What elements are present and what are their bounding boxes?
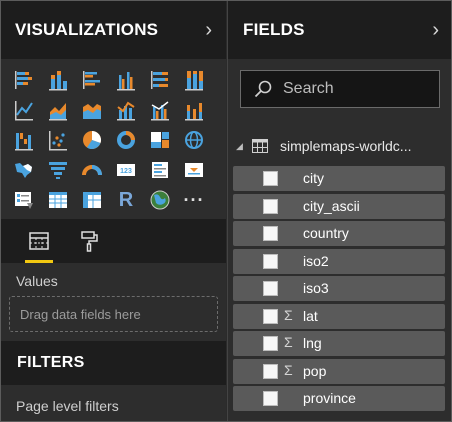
- values-dropzone[interactable]: Drag data fields here: [9, 296, 218, 332]
- values-label: Values: [16, 273, 58, 289]
- map-icon[interactable]: [179, 125, 209, 155]
- field-row[interactable]: iso3: [233, 276, 445, 301]
- sigma-icon: Σ: [284, 334, 293, 350]
- format-tab[interactable]: [69, 219, 109, 263]
- pie-chart-icon[interactable]: [77, 125, 107, 155]
- sigma-icon: Σ: [284, 361, 293, 378]
- kpi-icon[interactable]: [179, 155, 209, 185]
- area-chart-icon[interactable]: [43, 95, 73, 125]
- field-name: country: [303, 225, 349, 241]
- field-row[interactable]: city: [233, 166, 445, 191]
- clustered-bar-chart-icon[interactable]: [77, 65, 107, 95]
- field-checkbox[interactable]: [263, 171, 278, 186]
- field-row[interactable]: country: [233, 221, 445, 246]
- field-name: pop: [303, 362, 327, 379]
- slicer-icon[interactable]: [9, 185, 39, 215]
- field-name: lat: [303, 307, 318, 324]
- table-node[interactable]: ◢ simplemaps-worldc...: [236, 133, 446, 159]
- treemap-icon[interactable]: [145, 125, 175, 155]
- gauge-icon[interactable]: [77, 155, 107, 185]
- ribbon-chart-icon[interactable]: [179, 95, 209, 125]
- field-row[interactable]: Σpop: [233, 358, 445, 384]
- svg-text:123: 123: [120, 168, 132, 175]
- field-row[interactable]: city_ascii: [233, 193, 445, 219]
- globe-map-icon[interactable]: [145, 185, 175, 215]
- line-chart-icon[interactable]: [9, 95, 39, 125]
- field-checkbox[interactable]: [263, 391, 278, 406]
- visualizations-pane: VISUALIZATIONS › 123 R ··· Values Drag d…: [1, 1, 226, 421]
- visualizations-header: VISUALIZATIONS ›: [1, 1, 226, 59]
- search-icon: [254, 80, 272, 98]
- 100-percent-stacked-bar-chart-icon[interactable]: [145, 65, 175, 95]
- page-level-filters-label: Page level filters: [16, 398, 119, 414]
- search-input[interactable]: [283, 80, 433, 98]
- field-checkbox[interactable]: [263, 281, 278, 296]
- more-label: ···: [183, 189, 205, 210]
- dropzone-hint: Drag data fields here: [20, 306, 141, 322]
- r-script-visual-icon[interactable]: R: [111, 185, 141, 215]
- table-icon: [252, 139, 268, 153]
- field-name: iso2: [303, 252, 329, 269]
- collapse-triangle-icon[interactable]: ◢: [236, 141, 252, 152]
- 100-percent-stacked-column-chart-icon[interactable]: [179, 65, 209, 95]
- stacked-area-chart-icon[interactable]: [77, 95, 107, 125]
- r-label: R: [118, 188, 134, 211]
- fields-pane: FIELDS › ◢ simplemaps-worldc... city cit…: [227, 1, 451, 421]
- table-icon[interactable]: [43, 185, 73, 215]
- sigma-icon: Σ: [284, 306, 293, 323]
- more-visuals-icon[interactable]: ···: [179, 185, 209, 215]
- visualization-toolbar: [1, 219, 226, 263]
- table-name: simplemaps-worldc...: [280, 138, 412, 154]
- fields-title: FIELDS: [243, 20, 305, 39]
- field-name: province: [303, 390, 356, 406]
- card-icon[interactable]: 123: [111, 155, 141, 185]
- field-checkbox[interactable]: [263, 308, 278, 324]
- filters-title: FILTERS: [17, 354, 85, 371]
- field-list: city city_ascii country iso2 iso3 Σlat Σ…: [233, 166, 445, 414]
- stacked-column-chart-icon[interactable]: [43, 65, 73, 95]
- visualization-gallery: 123 R ···: [9, 65, 219, 215]
- field-row[interactable]: Σlng: [233, 331, 445, 356]
- line-and-stacked-column-chart-icon[interactable]: [111, 95, 141, 125]
- field-name: city_ascii: [303, 197, 360, 214]
- field-checkbox[interactable]: [263, 226, 278, 241]
- donut-chart-icon[interactable]: [111, 125, 141, 155]
- fields-header: FIELDS ›: [228, 1, 451, 59]
- fields-tab[interactable]: [19, 219, 59, 263]
- chevron-right-icon[interactable]: ›: [205, 20, 212, 40]
- filled-map-icon[interactable]: [9, 155, 39, 185]
- fields-search-box[interactable]: [240, 70, 440, 108]
- filters-header: FILTERS: [1, 341, 226, 385]
- multi-row-card-icon[interactable]: [145, 155, 175, 185]
- field-checkbox[interactable]: [263, 336, 278, 351]
- field-checkbox[interactable]: [263, 363, 278, 379]
- field-name: city: [303, 170, 324, 186]
- scatter-chart-icon[interactable]: [43, 125, 73, 155]
- clustered-column-chart-icon[interactable]: [111, 65, 141, 95]
- field-name: lng: [303, 335, 322, 351]
- field-row[interactable]: Σlat: [233, 303, 445, 329]
- field-name: iso3: [303, 280, 329, 296]
- chevron-right-icon[interactable]: ›: [432, 20, 439, 40]
- format-paint-roller-icon: [81, 231, 98, 252]
- visualizations-title: VISUALIZATIONS: [15, 20, 159, 39]
- matrix-icon[interactable]: [77, 185, 107, 215]
- stacked-bar-chart-icon[interactable]: [9, 65, 39, 95]
- field-row[interactable]: iso2: [233, 248, 445, 274]
- field-checkbox[interactable]: [263, 253, 278, 269]
- field-row[interactable]: province: [233, 386, 445, 411]
- funnel-icon[interactable]: [43, 155, 73, 185]
- waterfall-chart-icon[interactable]: [9, 125, 39, 155]
- line-and-clustered-column-chart-icon[interactable]: [145, 95, 175, 125]
- fields-well-icon: [29, 232, 49, 250]
- field-checkbox[interactable]: [263, 198, 278, 214]
